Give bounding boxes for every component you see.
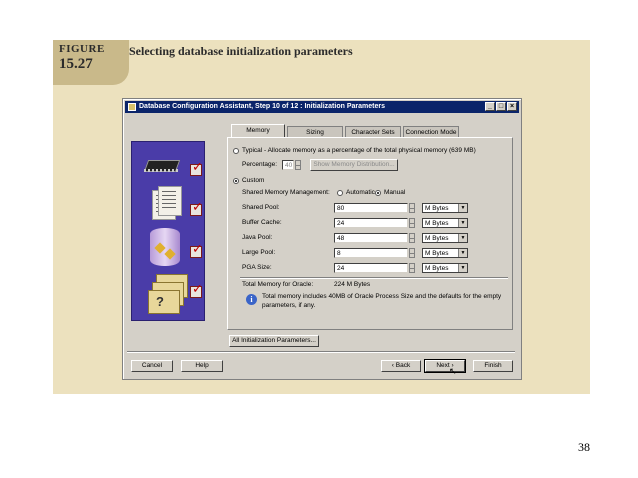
back-button-label: Back [395, 362, 411, 369]
minimize-button[interactable]: _ [485, 102, 495, 111]
tab-sizing[interactable]: Sizing [287, 126, 343, 137]
chevron-down-icon: ▼ [458, 204, 467, 212]
documents-icon [138, 182, 184, 222]
figure-label-box: FIGURE 15.27 [53, 40, 113, 85]
pga-size-input[interactable]: 24 [334, 263, 408, 273]
large-pool-input[interactable]: 8 [334, 248, 408, 258]
info-text-line2: parameters, if any. [262, 302, 316, 309]
shared-pool-label: Shared Pool: [242, 204, 280, 211]
large-pool-label: Large Pool: [242, 249, 276, 256]
window-controls: _ □ × [485, 102, 517, 111]
figure-label-word: FIGURE [59, 43, 105, 55]
page-number: 38 [578, 440, 590, 454]
info-text-line1: Total memory includes 40MB of Oracle Pro… [262, 293, 502, 300]
next-button-label: Next [436, 362, 450, 369]
buffer-cache-label: Buffer Cache: [242, 219, 282, 226]
tab-character-sets[interactable]: Character Sets [345, 126, 401, 137]
pga-size-label: PGA Size: [242, 264, 272, 271]
chevron-down-icon: ▼ [458, 219, 467, 227]
large-pool-unit-value: M Bytes [425, 250, 449, 257]
memory-tab-panel: Typical - Allocate memory as a percentag… [227, 137, 513, 330]
large-pool-stepper[interactable] [409, 248, 415, 258]
figure-label-number: 15.27 [59, 56, 93, 72]
cancel-button[interactable]: Cancel [131, 360, 173, 372]
help-button[interactable]: Help [181, 360, 223, 372]
tab-connection-mode[interactable]: Connection Mode [403, 126, 459, 137]
step-illustration-panel: ? [131, 141, 205, 321]
shared-pool-unit-select[interactable]: M Bytes ▼ [422, 203, 468, 213]
custom-radio[interactable] [233, 178, 239, 184]
buffer-cache-unit-select[interactable]: M Bytes ▼ [422, 218, 468, 228]
buffer-cache-unit-value: M Bytes [425, 220, 449, 227]
mouse-cursor-icon: ↖ [449, 366, 457, 376]
shared-memory-management-label: Shared Memory Management: [242, 189, 330, 196]
custom-label: Custom [242, 177, 265, 184]
figure-header: FIGURE 15.27 Selecting database initiali… [53, 40, 590, 85]
divider [240, 277, 508, 278]
buffer-cache-stepper[interactable] [409, 218, 415, 228]
percentage-input[interactable]: 40 [282, 160, 294, 170]
chevron-down-icon: ▼ [458, 234, 467, 242]
java-pool-input[interactable]: 48 [334, 233, 408, 243]
figure-label-notch [113, 40, 129, 85]
info-icon: i [246, 294, 257, 305]
next-button[interactable]: Next › [424, 359, 466, 373]
pga-size-unit-select[interactable]: M Bytes ▼ [422, 263, 468, 273]
total-memory-label: Total Memory for Oracle: [242, 281, 314, 288]
percentage-label: Percentage: [242, 161, 278, 168]
figure-title: Selecting database initialization parame… [129, 44, 353, 58]
manual-label: Manual [384, 189, 406, 196]
step-check-icon [190, 160, 203, 176]
window-titlebar[interactable]: Database Configuration Assistant, Step 1… [125, 101, 519, 113]
database-icon [138, 226, 184, 270]
percentage-stepper[interactable] [295, 160, 301, 170]
chevron-down-icon: ▼ [458, 264, 467, 272]
folder-help-icon: ? [138, 270, 188, 320]
pga-size-unit-value: M Bytes [425, 265, 449, 272]
dbca-window: Database Configuration Assistant, Step 1… [122, 98, 522, 380]
buffer-cache-input[interactable]: 24 [334, 218, 408, 228]
java-pool-unit-select[interactable]: M Bytes ▼ [422, 233, 468, 243]
total-memory-value: 224 M Bytes [334, 281, 371, 288]
app-icon [128, 103, 136, 111]
shared-pool-unit-value: M Bytes [425, 205, 449, 212]
chevron-down-icon: ▼ [458, 249, 467, 257]
shared-pool-stepper[interactable] [409, 203, 415, 213]
window-title: Database Configuration Assistant, Step 1… [139, 103, 385, 110]
automatic-label: Automatic [346, 189, 375, 196]
shared-pool-input[interactable]: 80 [334, 203, 408, 213]
step-check-icon [190, 200, 203, 216]
java-pool-unit-value: M Bytes [425, 235, 449, 242]
all-initialization-parameters-button[interactable]: All Initialization Parameters... [229, 335, 319, 347]
close-button[interactable]: × [507, 102, 517, 111]
finish-button[interactable]: Finish [473, 360, 513, 372]
large-pool-unit-select[interactable]: M Bytes ▼ [422, 248, 468, 258]
back-button[interactable]: ‹ Back [381, 360, 421, 372]
tab-memory[interactable]: Memory [231, 124, 285, 137]
show-memory-distribution-button[interactable]: Show Memory Distribution... [310, 159, 398, 171]
step-check-icon [190, 282, 203, 298]
tab-strip: Memory Sizing Character Sets Connection … [231, 124, 459, 137]
manual-radio[interactable] [375, 190, 381, 196]
step-check-icon [190, 242, 203, 258]
java-pool-stepper[interactable] [409, 233, 415, 243]
bottom-divider [127, 351, 515, 352]
maximize-button[interactable]: □ [496, 102, 506, 111]
typical-label: Typical - Allocate memory as a percentag… [242, 147, 476, 154]
pga-size-stepper[interactable] [409, 263, 415, 273]
java-pool-label: Java Pool: [242, 234, 273, 241]
automatic-radio[interactable] [337, 190, 343, 196]
typical-radio[interactable] [233, 148, 239, 154]
